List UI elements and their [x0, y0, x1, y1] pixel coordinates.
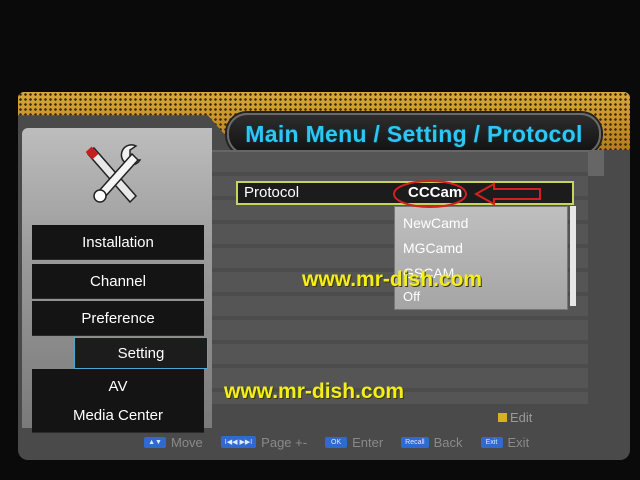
protocol-label: Protocol	[244, 184, 300, 201]
page-key-icon: I◀◀ ▶▶I	[220, 436, 257, 448]
highlight-annotation	[393, 180, 541, 208]
sidebar-item-preference[interactable]: Preference	[32, 301, 204, 336]
sidebar-item-label: Setting	[117, 344, 165, 362]
sidebar-item-channel[interactable]: Channel	[32, 264, 204, 299]
hint-label: Enter	[352, 434, 384, 450]
sidebar-item-label: Channel	[90, 272, 146, 290]
highlight-circle	[393, 180, 467, 208]
footer-hints: ▲▼ Move I◀◀ ▶▶I Page +- OK Enter Recall …	[22, 428, 626, 456]
sidebar-item-label: AV	[108, 377, 128, 395]
sidebar-item-label: Installation	[82, 233, 154, 251]
hint-page: I◀◀ ▶▶I Page +-	[220, 434, 308, 450]
sidebar-item-installation[interactable]: Installation	[32, 225, 204, 260]
hint-move: ▲▼ Move	[144, 435, 203, 450]
updown-key-icon: ▲▼	[144, 436, 166, 448]
hint-exit: Exit Exit	[480, 434, 530, 450]
hint-back: Recall Back	[401, 434, 463, 450]
watermark-text: www.mr-dish.com	[302, 268, 483, 291]
edit-hint: Edit	[498, 410, 532, 425]
hint-enter: OK Enter	[325, 435, 383, 450]
sidebar-item-label: Preference	[81, 309, 155, 327]
dropdown-option[interactable]: NewCamd	[403, 215, 468, 231]
watermark-text: www.mr-dish.com	[224, 380, 405, 403]
ok-key-icon: OK	[325, 436, 348, 448]
hint-label: Exit	[507, 434, 530, 450]
hint-label: Move	[171, 434, 203, 450]
dropdown-option[interactable]: MGCamd	[403, 240, 463, 256]
sidebar-item-setting[interactable]: Setting	[74, 337, 208, 369]
recall-key-icon: Recall	[401, 436, 429, 448]
page-title: Main Menu / Setting / Protocol	[245, 120, 583, 147]
hint-label: Page +-	[261, 434, 308, 450]
protocol-dropdown[interactable]: NewCamd MGCamd GSCAM Off	[394, 206, 568, 310]
dropdown-scrollbar[interactable]	[570, 206, 576, 306]
yellow-key-icon	[498, 413, 507, 422]
arrow-left-icon	[473, 182, 541, 206]
title-pill: Main Menu / Setting / Protocol	[227, 113, 601, 155]
tools-icon	[85, 144, 142, 204]
hint-label: Back	[433, 434, 463, 450]
sidebar-item-label: Media Center	[72, 406, 164, 424]
edit-label: Edit	[510, 410, 533, 425]
exit-key-icon: Exit	[480, 436, 503, 448]
